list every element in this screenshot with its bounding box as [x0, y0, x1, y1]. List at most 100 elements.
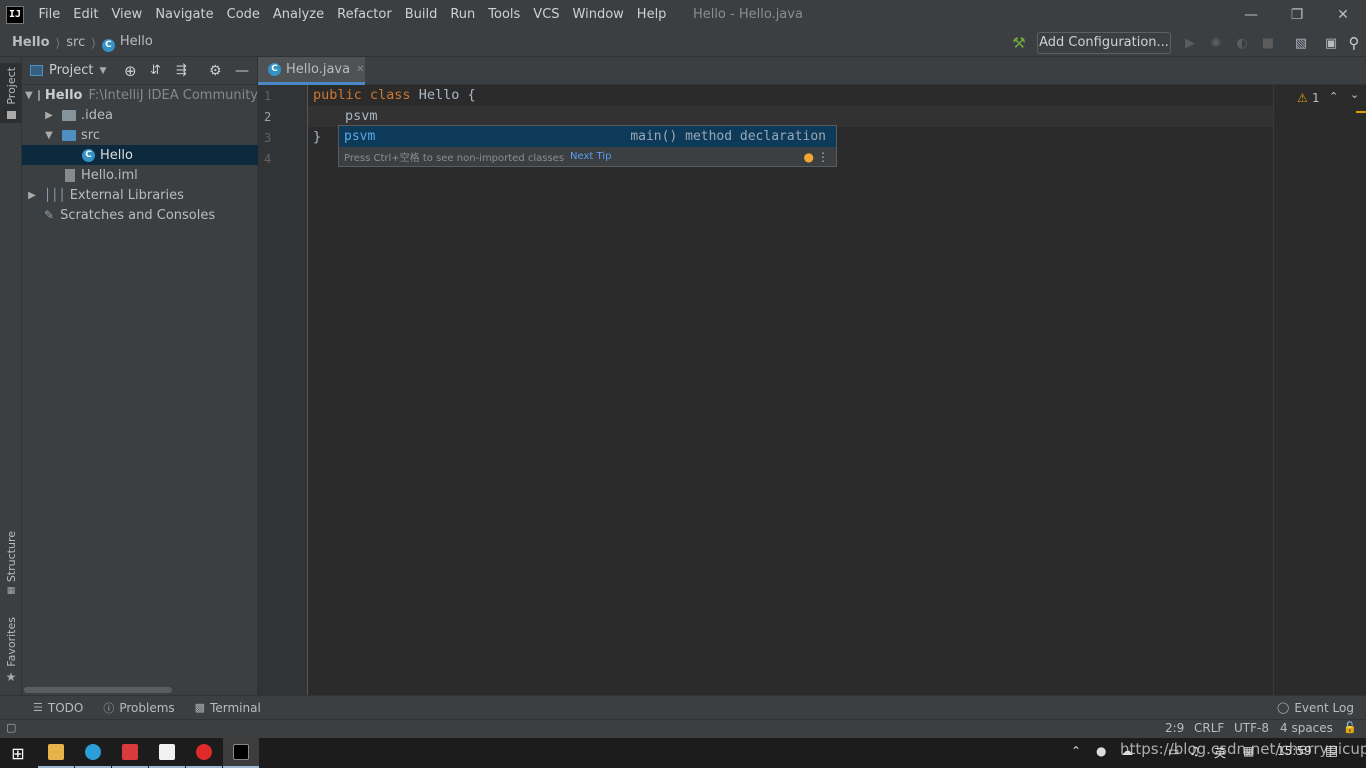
- menu-run[interactable]: Run: [444, 7, 482, 22]
- problems-button[interactable]: ⓘ Problems: [103, 700, 174, 716]
- search-icon[interactable]: ⚲: [1345, 34, 1363, 52]
- chevron-right-icon[interactable]: ▶: [42, 110, 56, 121]
- menu-help[interactable]: Help: [630, 7, 673, 22]
- menu-refactor[interactable]: Refactor: [331, 7, 399, 22]
- tree-item-src[interactable]: ▼ src: [22, 125, 258, 145]
- project-view-selector[interactable]: Project: [49, 63, 93, 78]
- intellij-logo-icon: IJ: [6, 5, 24, 24]
- taskbar-edge[interactable]: [75, 738, 111, 768]
- menu-edit[interactable]: Edit: [67, 7, 105, 22]
- tree-item-path: F:\IntelliJ IDEA Community: [88, 87, 258, 103]
- warning-stripe-marker[interactable]: [1356, 111, 1366, 113]
- show-hidden-icons-icon[interactable]: ⌃: [1071, 744, 1081, 758]
- menu-tools[interactable]: Tools: [482, 7, 527, 22]
- qq-icon[interactable]: ●: [1096, 744, 1106, 758]
- breadcrumb-src[interactable]: src: [66, 35, 85, 50]
- code-text-layer[interactable]: public class Hello { psvm }: [308, 85, 1274, 695]
- tab-hello-java[interactable]: C Hello.java ✕: [258, 57, 365, 85]
- coverage-icon[interactable]: ◐: [1233, 34, 1251, 52]
- file-encoding[interactable]: UTF-8: [1234, 721, 1269, 735]
- class-name: Hello: [418, 87, 460, 103]
- tree-item-idea[interactable]: ▶ .idea: [22, 105, 258, 125]
- chevron-right-icon[interactable]: ▶: [25, 190, 39, 201]
- previous-highlight-icon[interactable]: ⌃: [1329, 90, 1338, 103]
- menu-code[interactable]: Code: [220, 7, 266, 22]
- tree-item-external-libraries[interactable]: ▶ │││ External Libraries: [22, 185, 258, 205]
- gear-icon[interactable]: ⚙: [209, 63, 222, 79]
- expand-all-icon[interactable]: ⇵: [150, 63, 161, 78]
- breadcrumb-separator-icon: ⟩: [55, 35, 61, 50]
- taskbar-explorer[interactable]: [38, 738, 74, 768]
- menu-build[interactable]: Build: [398, 7, 444, 22]
- close-tab-icon[interactable]: ✕: [356, 64, 364, 75]
- build-hammer-icon[interactable]: ⚒: [1010, 34, 1028, 52]
- tree-item-scratches[interactable]: ✎ Scratches and Consoles: [22, 205, 258, 225]
- stop-icon[interactable]: ■: [1259, 34, 1277, 52]
- text-editor-icon: [159, 744, 175, 760]
- event-log-button[interactable]: ◯ Event Log: [1277, 701, 1354, 715]
- tree-item-hello-iml[interactable]: Hello.iml: [22, 165, 258, 185]
- presentation-icon[interactable]: ▣: [1322, 34, 1340, 52]
- lightbulb-icon[interactable]: ●: [804, 150, 814, 164]
- toggle-tool-windows-icon[interactable]: ▢: [6, 721, 16, 734]
- taskbar-intellij[interactable]: [223, 738, 259, 768]
- restore-button[interactable]: ❐: [1274, 0, 1320, 29]
- menu-view[interactable]: View: [105, 7, 149, 22]
- breadcrumb-project[interactable]: Hello: [12, 35, 50, 50]
- next-tip-link[interactable]: Next Tip: [570, 151, 611, 162]
- bottom-tool-bar: ☰ TODO ⓘ Problems ▩ Terminal ◯ Event Log: [0, 695, 1366, 719]
- add-configuration-button[interactable]: Add Configuration...: [1037, 32, 1171, 54]
- debug-icon[interactable]: ✺: [1207, 34, 1225, 52]
- tab-structure[interactable]: Structure ▦: [0, 531, 22, 596]
- intellij-icon: [233, 744, 249, 760]
- warning-icon[interactable]: ⚠: [1297, 91, 1308, 105]
- source-folder-icon: [62, 129, 76, 141]
- tree-item-hello-class[interactable]: C Hello: [22, 145, 258, 165]
- collapse-all-icon[interactable]: ⇶: [176, 63, 187, 78]
- menu-navigate[interactable]: Navigate: [149, 7, 220, 22]
- taskbar-music[interactable]: [186, 738, 222, 768]
- completion-item-name: psvm: [344, 129, 376, 144]
- completion-item[interactable]: psvm main() method declaration: [339, 126, 836, 147]
- folder-icon: [62, 109, 76, 121]
- run-icon[interactable]: ▶: [1181, 34, 1199, 52]
- menu-file[interactable]: File: [32, 7, 67, 22]
- unlock-icon[interactable]: 🔓: [1343, 721, 1357, 734]
- minimize-button[interactable]: —: [1228, 0, 1274, 29]
- hide-panel-icon[interactable]: —: [235, 63, 249, 79]
- todo-button[interactable]: ☰ TODO: [33, 701, 83, 715]
- breadcrumb-class[interactable]: C Hello: [101, 34, 153, 52]
- tab-favorites-label: Favorites: [4, 617, 18, 667]
- status-bar: ▢ 2:9 CRLF UTF-8 4 spaces 🔓: [0, 719, 1366, 738]
- chevron-down-icon[interactable]: ▼: [99, 66, 106, 76]
- tab-project[interactable]: Project: [0, 63, 22, 123]
- indent-setting[interactable]: 4 spaces: [1280, 721, 1333, 735]
- window-title: Hello - Hello.java: [692, 7, 803, 22]
- chevron-down-icon[interactable]: ▼: [25, 90, 33, 101]
- start-button[interactable]: ⊞: [0, 738, 36, 768]
- terminal-label: Terminal: [210, 700, 261, 715]
- completion-item-description: main() method declaration: [630, 129, 826, 144]
- caret-position[interactable]: 2:9: [1165, 721, 1184, 735]
- menu-window[interactable]: Window: [566, 7, 630, 22]
- terminal-icon: ▩: [194, 701, 206, 714]
- project-structure-icon[interactable]: ▧: [1292, 34, 1310, 52]
- line-separator[interactable]: CRLF: [1194, 721, 1224, 735]
- more-options-icon[interactable]: ⋮: [817, 150, 829, 164]
- close-window-button[interactable]: ✕: [1320, 0, 1366, 29]
- tab-favorites[interactable]: Favorites ★: [0, 617, 22, 684]
- menu-analyze[interactable]: Analyze: [266, 7, 330, 22]
- terminal-button[interactable]: ▩ Terminal: [195, 701, 261, 715]
- horizontal-scrollbar[interactable]: [24, 687, 172, 693]
- taskbar-wps[interactable]: [112, 738, 148, 768]
- taskbar-typora[interactable]: [149, 738, 185, 768]
- java-class-icon: C: [82, 148, 95, 162]
- java-class-icon: C: [101, 38, 115, 52]
- locate-target-icon[interactable]: ⊕: [124, 62, 137, 80]
- tree-item-project-root[interactable]: ▼ Hello F:\IntelliJ IDEA Community: [22, 85, 258, 105]
- navigation-bar: Hello ⟩ src ⟩ C Hello ⚒ Add Configuration…: [0, 29, 1366, 57]
- next-highlight-icon[interactable]: ⌄: [1350, 88, 1359, 101]
- chevron-down-icon[interactable]: ▼: [42, 130, 56, 141]
- menu-vcs[interactable]: VCS: [527, 7, 566, 22]
- project-view-icon: [30, 65, 43, 76]
